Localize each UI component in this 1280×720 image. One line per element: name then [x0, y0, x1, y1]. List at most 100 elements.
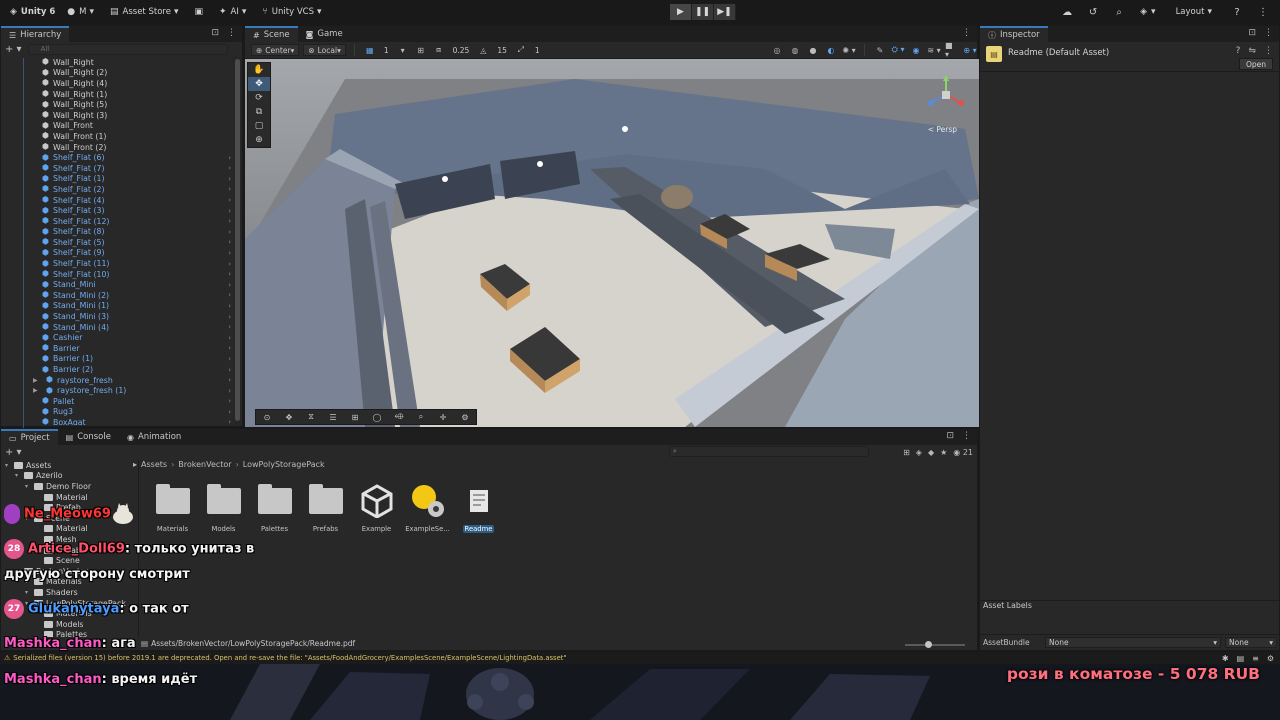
- fx-toggle[interactable]: ✎: [873, 44, 887, 56]
- tab-scene[interactable]: # Scene: [245, 26, 298, 42]
- filter-label-icon[interactable]: ◈: [916, 448, 922, 457]
- expand-arrow-icon[interactable]: ▶: [33, 377, 38, 384]
- hierarchy-item[interactable]: ▶ ⬢ raystore_fresh ›: [1, 375, 243, 386]
- tree-folder[interactable]: Models: [1, 619, 138, 630]
- tab-hierarchy[interactable]: ☰ Hierarchy: [1, 26, 70, 42]
- hierarchy-item[interactable]: ⬢ Shelf_Flat (8) ›: [1, 227, 243, 238]
- hierarchy-item[interactable]: ⬢ Stand_Mini ›: [1, 279, 243, 290]
- asset-labels-header[interactable]: Asset Labels: [980, 600, 1279, 612]
- hierarchy-item[interactable]: ⬢ Shelf_Flat (2) ›: [1, 184, 243, 195]
- kebab-icon[interactable]: ⋮: [1264, 46, 1273, 56]
- open-prefab-icon[interactable]: ›: [228, 249, 231, 257]
- hierarchy-item[interactable]: ⬢ Shelf_Flat (5) ›: [1, 237, 243, 248]
- hierarchy-item[interactable]: ⬢ Shelf_Flat (9) ›: [1, 248, 243, 259]
- snap-toggle[interactable]: ⊞: [414, 44, 428, 56]
- debug-icon[interactable]: ✱: [1222, 654, 1229, 663]
- open-prefab-icon[interactable]: ›: [228, 217, 231, 225]
- tree-folder[interactable]: ▾ Shaders: [1, 587, 138, 598]
- open-prefab-icon[interactable]: ›: [228, 238, 231, 246]
- tree-folder[interactable]: Material: [1, 524, 138, 535]
- hierarchy-item[interactable]: ⬢ BoxAgat ›: [1, 417, 243, 425]
- hierarchy-item[interactable]: ⬢ Stand_Mini (3) ›: [1, 311, 243, 322]
- wireframe-button[interactable]: ◍: [788, 44, 802, 56]
- open-prefab-icon[interactable]: ›: [228, 281, 231, 289]
- draw-mode-button[interactable]: ◎: [770, 44, 784, 56]
- open-prefab-icon[interactable]: ›: [228, 313, 231, 321]
- project-search-input[interactable]: ⌕: [669, 446, 869, 457]
- open-prefab-icon[interactable]: ›: [228, 196, 231, 204]
- open-prefab-icon[interactable]: ›: [228, 228, 231, 236]
- pause-button[interactable]: ❚❚: [692, 4, 714, 20]
- open-prefab-icon[interactable]: ›: [228, 323, 231, 331]
- kebab-icon[interactable]: ⋮: [962, 431, 971, 441]
- tools-overlay[interactable]: ⛭ ▾: [891, 44, 905, 56]
- open-prefab-icon[interactable]: ›: [228, 355, 231, 363]
- open-prefab-icon[interactable]: ›: [228, 154, 231, 162]
- breadcrumb-item[interactable]: BrokenVector: [178, 460, 231, 469]
- orbit-tool[interactable]: ⊙: [256, 410, 278, 424]
- hierarchy-item[interactable]: ⬢ Shelf_Flat (3) ›: [1, 205, 243, 216]
- status-bar[interactable]: ⚠ Serialized files (version 15) before 2…: [0, 652, 1280, 664]
- user-menu[interactable]: ● M ▾: [61, 3, 104, 21]
- tab-console[interactable]: ▤ Console: [57, 429, 119, 445]
- hierarchy-item[interactable]: ⬢ Cashier ›: [1, 332, 243, 343]
- grid-dropdown[interactable]: ▾: [396, 44, 410, 56]
- scale-snap-button[interactable]: ⤢: [514, 44, 528, 56]
- visibility-toggle[interactable]: ◉: [909, 44, 923, 56]
- tab-project[interactable]: ▭ Project: [1, 429, 58, 445]
- grid-toggle[interactable]: ▦: [363, 44, 377, 56]
- hierarchy-item[interactable]: ⬢ Pallet ›: [1, 396, 243, 407]
- hierarchy-item[interactable]: ⬢ Barrier ›: [1, 343, 243, 354]
- play-button[interactable]: ▶: [670, 4, 692, 20]
- hierarchy-item[interactable]: ⬢ Wall_Right (3): [1, 110, 243, 121]
- hierarchy-item[interactable]: ⬢ Wall_Right (4): [1, 78, 243, 89]
- hierarchy-search-input[interactable]: All: [27, 43, 228, 55]
- help-button[interactable]: ?: [1226, 3, 1248, 21]
- rotate-snap-button[interactable]: ◬: [476, 44, 490, 56]
- open-button[interactable]: Open: [1238, 58, 1273, 70]
- open-prefab-icon[interactable]: ›: [228, 344, 231, 352]
- align-tool[interactable]: ⧖: [300, 410, 322, 424]
- filter-type-icon[interactable]: ⊞: [903, 448, 910, 457]
- hierarchy-item[interactable]: ⬢ Barrier (2) ›: [1, 364, 243, 375]
- asset-item[interactable]: Models: [198, 483, 249, 533]
- tree-folder[interactable]: Material: [1, 492, 138, 503]
- hierarchy-item[interactable]: ⬢ Wall_Front (1): [1, 131, 243, 142]
- scale-tool[interactable]: ⧉: [248, 105, 270, 119]
- more-button[interactable]: ⋮: [1252, 3, 1274, 21]
- asset-store-button[interactable]: ▤ Asset Store ▾: [104, 3, 188, 21]
- open-prefab-icon[interactable]: ›: [228, 366, 231, 374]
- stack-icon[interactable]: ≡: [1252, 654, 1259, 663]
- favorite-icon[interactable]: ★: [940, 448, 947, 457]
- tag-icon[interactable]: ◆: [928, 448, 934, 457]
- asset-item[interactable]: ExampleSe...: [402, 483, 453, 533]
- progress-icon[interactable]: ▤: [1237, 654, 1245, 663]
- open-prefab-icon[interactable]: ›: [228, 164, 231, 172]
- shaded-wire-button[interactable]: ◐: [824, 44, 838, 56]
- rotate-tool[interactable]: ⟳: [248, 91, 270, 105]
- asset-item[interactable]: Prefabs: [300, 483, 351, 533]
- hierarchy-item[interactable]: ⬢ Rug3 ›: [1, 407, 243, 418]
- vcs-menu[interactable]: ⑂ Unity VCS ▾: [256, 3, 331, 21]
- hierarchy-item[interactable]: ⬢ Shelf_Flat (6) ›: [1, 152, 243, 163]
- open-prefab-icon[interactable]: ›: [228, 260, 231, 268]
- add-object-button[interactable]: + ▾: [5, 44, 22, 55]
- package-button[interactable]: ▣: [188, 3, 213, 21]
- tab-inspector[interactable]: ⓘ Inspector: [980, 26, 1048, 42]
- tree-folder[interactable]: ▾ Assets: [1, 460, 138, 471]
- hierarchy-item[interactable]: ⬢ Shelf_Flat (7) ›: [1, 163, 243, 174]
- rotate-tool-2[interactable]: ◯: [366, 410, 388, 424]
- open-prefab-icon[interactable]: ›: [228, 387, 231, 395]
- camera-dropdown[interactable]: ■ ▾: [945, 41, 959, 59]
- hierarchy-item[interactable]: ⬢ Wall_Right (2): [1, 68, 243, 79]
- kebab-icon[interactable]: ⋮: [227, 28, 236, 38]
- asset-item[interactable]: Materials: [147, 483, 198, 533]
- breadcrumb-item[interactable]: LowPolyStoragePack: [243, 460, 325, 469]
- hierarchy-item[interactable]: ⬢ Shelf_Flat (4) ›: [1, 195, 243, 206]
- open-prefab-icon[interactable]: ›: [228, 397, 231, 405]
- open-prefab-icon[interactable]: ›: [228, 302, 231, 310]
- expand-arrow-icon[interactable]: ▶: [33, 387, 38, 394]
- step-button[interactable]: ▶❚: [714, 4, 736, 20]
- hierarchy-item[interactable]: ⬢ Wall_Right (5): [1, 99, 243, 110]
- zoom-tool[interactable]: ⌕: [410, 410, 432, 424]
